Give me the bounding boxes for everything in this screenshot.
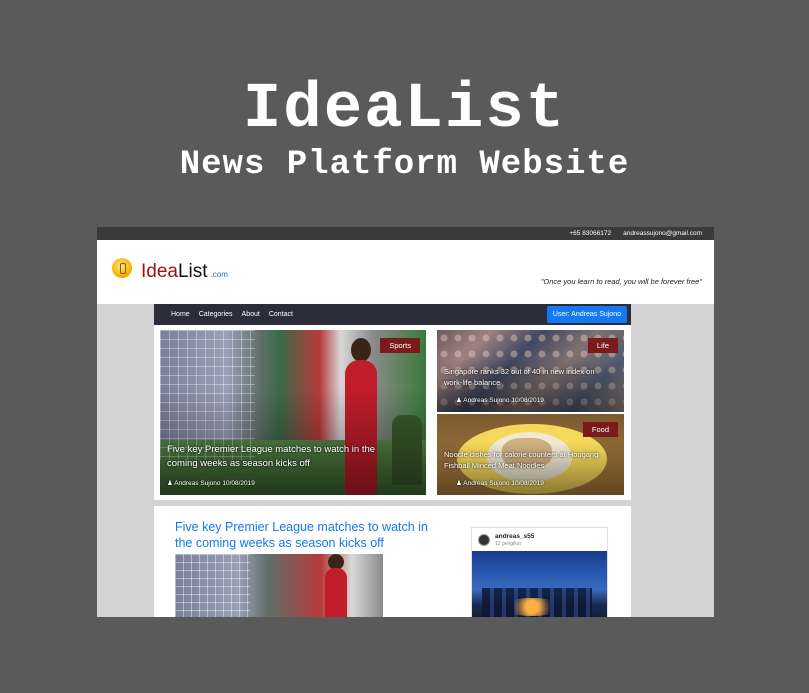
nav-contact[interactable]: Contact [269,311,293,318]
author-icon: ♟ [167,480,173,487]
email-link[interactable]: andreassujono@gmail.com [623,230,702,237]
article-section: Five key Premier League matches to watch… [154,506,631,617]
card-meta: ♟ Andreas Sujono 10/08/2019 [456,480,544,487]
article-image[interactable] [175,554,383,617]
phone-number: +65 83066172 [569,230,612,237]
logo-idea-text: Idea [141,261,178,282]
card-title[interactable]: Noodle dishes for calorie counters at Ho… [444,449,609,471]
header-quote: "Once you learn to read, you will be for… [540,277,702,286]
featured-card-life[interactable]: Life Singapore ranks 32 out of 40 in new… [437,330,624,412]
website-screenshot: +65 83066172 andreassujono@gmail.com Ide… [97,227,714,617]
nav-about[interactable]: About [242,311,260,318]
category-tag[interactable]: Life [587,338,618,353]
featured-card-main[interactable]: Sports Five key Premier League matches t… [160,330,426,495]
logo-list-text: List [177,261,208,282]
site-logo[interactable]: IdeaList .com [141,261,228,283]
hero-subtitle: News Platform Website [179,146,630,184]
instagram-widget[interactable]: andreas_s55 12 pengikut [471,527,608,617]
user-account-button[interactable]: User: Andreas Sujono [546,306,627,323]
category-tag[interactable]: Food [582,422,618,437]
avatar [478,534,490,546]
author-icon: ♟ [456,480,462,487]
instagram-username[interactable]: andreas_s55 [495,533,534,540]
article-title[interactable]: Five key Premier League matches to watch… [175,519,440,551]
logo-com-text: .com [210,270,228,279]
site-header: IdeaList .com "Once you learn to read, yo… [97,240,714,304]
card-meta: ♟ Andreas Sujono 10/08/2019 [167,480,255,487]
author-icon: ♟ [456,397,462,404]
main-navbar: Home Categories About Contact User: Andr… [154,304,631,325]
featured-card-food[interactable]: Food Noodle dishes for calorie counters … [437,414,624,495]
instagram-photo[interactable] [472,551,607,617]
top-contact-bar: +65 83066172 andreassujono@gmail.com [97,227,714,240]
featured-section: Sports Five key Premier League matches t… [154,325,631,500]
card-title[interactable]: Singapore ranks 32 out of 40 in new inde… [444,366,609,388]
card-title[interactable]: Five key Premier League matches to watch… [167,443,397,471]
lightbulb-logo-icon[interactable] [112,258,132,278]
instagram-followers: 12 pengikut [495,541,521,547]
hero-title: IdeaList [242,74,567,146]
nav-categories[interactable]: Categories [199,311,233,318]
card-meta: ♟ Andreas Sujono 10/08/2019 [456,397,544,404]
nav-home[interactable]: Home [171,311,190,318]
category-tag[interactable]: Sports [380,338,420,353]
